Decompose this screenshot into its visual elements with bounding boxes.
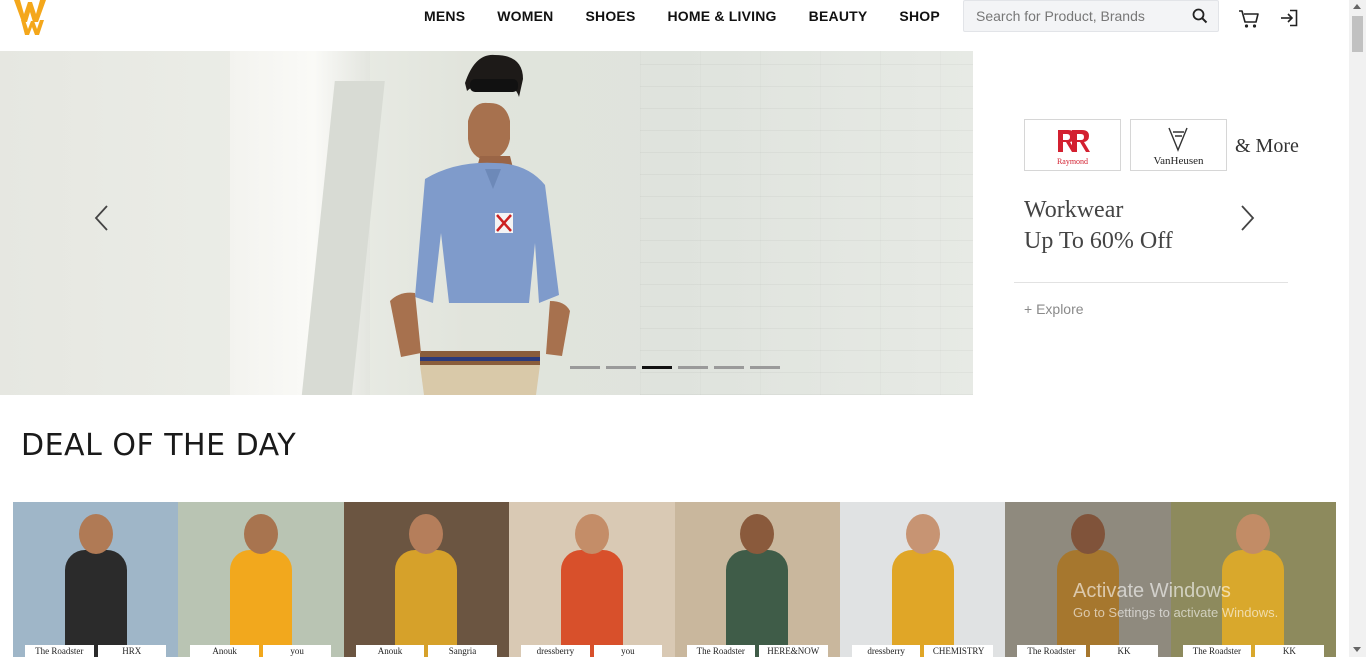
nav-item-shop[interactable]: SHOP (899, 8, 939, 24)
main-nav: MENS WOMEN SHOES HOME & LIVING BEAUTY SH… (424, 8, 972, 24)
explore-link[interactable]: + Explore (1024, 301, 1084, 317)
carousel-dot-1[interactable] (570, 366, 600, 369)
brand-logo-tile: The Roadster (1182, 645, 1252, 657)
promo-panel[interactable]: Raymond VanHeusen & More Workwear Up To … (973, 51, 1349, 395)
carousel-dot-3[interactable] (642, 366, 672, 369)
product-brand-logos: The Roadster KK (1182, 645, 1324, 657)
nav-item-beauty[interactable]: BEAUTY (809, 8, 868, 24)
search-box (963, 0, 1219, 32)
promo-title: Workwear Up To 60% Off (1024, 195, 1173, 257)
brand-logo-tile: HRX (97, 645, 166, 657)
hero-banner[interactable] (0, 51, 973, 395)
brand-logo-tile: KK (1089, 645, 1159, 657)
raymond-logo-text: Raymond (1057, 157, 1088, 166)
product-brand-logos: Anouk Sangria (355, 645, 497, 657)
watermark-line-2: Go to Settings to activate Windows. (1073, 605, 1279, 620)
brand-logo-tile: The Roadster (686, 645, 755, 657)
brand-logo-tile: The Roadster (1017, 645, 1086, 657)
brand-logo-tile: you (262, 645, 332, 657)
promo-title-line-1: Workwear (1024, 197, 1124, 223)
product-brand-logos: Anouk you (190, 645, 332, 657)
brand-logo-tile: HERE&NOW (759, 645, 828, 657)
page-scrollbar[interactable] (1349, 0, 1366, 657)
carousel-dot-6[interactable] (750, 366, 780, 369)
hero-brick-wall (640, 51, 973, 395)
brand-logo-tile: Sangria (428, 645, 497, 657)
scroll-up-icon[interactable] (1353, 4, 1361, 9)
product-brand-logos: The Roadster HERE&NOW (686, 645, 828, 657)
brand-logo-tile: you (593, 645, 663, 657)
carousel-dot-4[interactable] (678, 366, 708, 369)
vanheusen-logo-text: VanHeusen (1153, 155, 1204, 167)
product-image (888, 514, 958, 657)
product-card[interactable]: The Roadster HERE&NOW (674, 502, 840, 657)
promo-title-line-2: Up To 60% Off (1024, 228, 1173, 254)
product-brand-logos: dressberry you (521, 645, 663, 657)
brand-logo-vanheusen[interactable]: VanHeusen (1130, 119, 1227, 171)
brand-logo-tile: Anouk (355, 645, 425, 657)
login-icon[interactable] (1280, 9, 1299, 27)
scrollbar-thumb[interactable] (1352, 16, 1363, 52)
product-image (61, 514, 131, 657)
product-brand-logos: The Roadster KK (1017, 645, 1159, 657)
brand-logo-tile: dressberry (851, 645, 921, 657)
nav-item-home-living[interactable]: HOME & LIVING (667, 8, 776, 24)
product-card[interactable]: dressberry CHEMISTRY (839, 502, 1006, 657)
hero-prev-arrow-icon[interactable] (93, 204, 109, 232)
windows-activation-watermark: Activate Windows Go to Settings to activ… (1073, 580, 1278, 620)
search-icon[interactable] (1192, 8, 1208, 24)
carousel-dot-2[interactable] (606, 366, 636, 369)
scroll-down-icon[interactable] (1353, 647, 1361, 652)
brand-logo-tile: Anouk (190, 645, 259, 657)
deal-of-the-day-title: DEAL OF THE DAY (21, 428, 297, 463)
brand-logo-tile: dressberry (521, 645, 590, 657)
product-card[interactable]: Anouk Sangria (343, 502, 510, 657)
header: MENS WOMEN SHOES HOME & LIVING BEAUTY SH… (0, 0, 1349, 50)
nav-item-women[interactable]: WOMEN (497, 8, 553, 24)
brand-logo-tile: The Roadster (25, 645, 94, 657)
promo-divider (1014, 282, 1288, 283)
nav-item-shoes[interactable]: SHOES (585, 8, 635, 24)
cart-icon[interactable] (1238, 9, 1260, 29)
product-card[interactable]: Anouk you (178, 502, 344, 657)
brand-logo-tile: KK (1255, 645, 1324, 657)
product-image (722, 514, 792, 657)
product-image (557, 514, 627, 657)
product-image (391, 514, 461, 657)
page: MENS WOMEN SHOES HOME & LIVING BEAUTY SH… (0, 0, 1366, 657)
ww-logo-icon[interactable] (14, 0, 48, 36)
search-input[interactable] (964, 1, 1184, 31)
product-card[interactable]: dressberry you (509, 502, 675, 657)
hero-next-arrow-icon[interactable] (1240, 204, 1256, 232)
product-image (226, 514, 296, 657)
carousel-dot-5[interactable] (714, 366, 744, 369)
hero-carousel-dots (570, 366, 780, 369)
product-brand-logos: dressberry CHEMISTRY (851, 645, 993, 657)
hero-model-image (390, 54, 570, 395)
product-card[interactable]: The Roadster HRX (13, 502, 179, 657)
brand-logo-raymond[interactable]: Raymond (1024, 119, 1121, 171)
brand-logo-tile: CHEMISTRY (924, 645, 993, 657)
product-brand-logos: The Roadster HRX (25, 645, 166, 657)
watermark-line-1: Activate Windows (1073, 580, 1231, 602)
brand-more-label: & More (1235, 135, 1299, 157)
nav-item-mens[interactable]: MENS (424, 8, 465, 24)
